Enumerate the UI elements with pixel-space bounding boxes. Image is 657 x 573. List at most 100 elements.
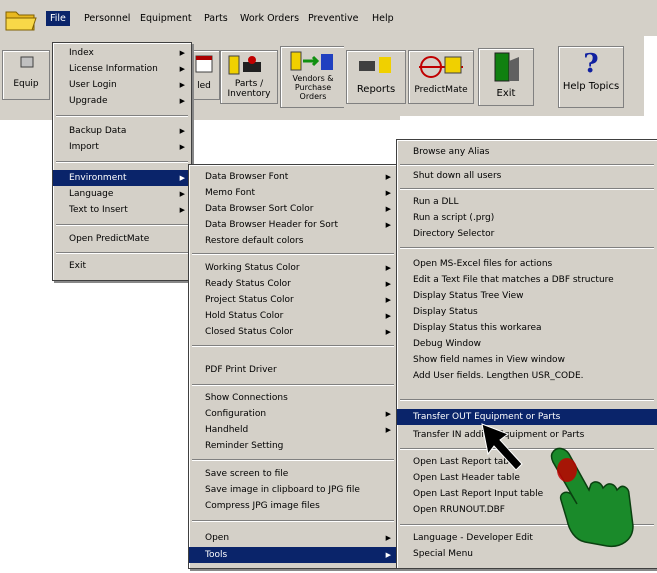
menu-item-label: Open [205,533,230,543]
toolbar-button-label: Reports [356,84,396,95]
menu-item-label: Restore default colors [205,236,304,246]
submenu-arrow-icon: ▶ [385,264,391,272]
env-menu-item[interactable]: Open ▶ [189,530,397,546]
file-menu: Index ▶ License Information ▶ User Login ▶ … [52,42,192,281]
file-menu-item-import[interactable]: Import ▶ [53,139,191,155]
menu-file[interactable]: File [46,11,70,26]
tools-menu-item[interactable]: Display Status this workarea [397,320,657,336]
menu-separator [192,253,394,255]
submenu-arrow-icon: ▶ [385,173,391,181]
file-menu-item-backup[interactable]: Backup Data ▶ [53,123,191,139]
menu-item-label: Data Browser Sort Color [205,204,314,214]
env-menu-item[interactable]: Restore default colors [189,233,397,249]
menu-item-label: Debug Window [413,339,481,349]
menu-item-label: Handheld [205,425,249,435]
tools-menu-item[interactable]: Display Status [397,304,657,320]
env-menu-item[interactable]: Save screen to file [189,466,397,482]
env-menu-item[interactable]: Save image in clipboard to JPG file [189,482,397,498]
tools-menu-item[interactable]: Browse any Alias [397,144,657,160]
env-menu-item[interactable]: Handheld ▶ [189,422,397,438]
file-menu-item-upgrade[interactable]: Upgrade ▶ [53,93,191,109]
env-menu-item-tools[interactable]: Tools ▶ [189,547,397,563]
file-menu-item-open-predictmate[interactable]: Open PredictMate [53,231,191,247]
menu-item-label: Show Connections [205,393,288,403]
tools-menu-item[interactable]: Run a script (.prg) [397,210,657,226]
file-menu-item-index[interactable]: Index ▶ [53,45,191,61]
menu-item-label: Display Status this workarea [413,323,542,333]
env-menu-item[interactable]: Project Status Color ▶ [189,292,397,308]
submenu-arrow-icon: ▶ [385,280,391,288]
env-menu-item[interactable]: Reminder Setting [189,438,397,454]
toolbar-button-label: led [197,81,211,91]
menu-item-label: Browse any Alias [413,147,490,157]
toolbar-button-label: Parts / Inventory [227,79,271,99]
env-menu-item[interactable]: Show Connections [189,390,397,406]
folder-icon[interactable] [4,6,38,32]
menu-work-orders[interactable]: Work Orders [236,11,303,26]
file-menu-item-user-login[interactable]: User Login ▶ [53,77,191,93]
exit-toolbar-button[interactable]: Exit [478,48,534,106]
tools-menu-item[interactable]: Display Status Tree View [397,288,657,304]
env-menu-item[interactable]: PDF Print Driver [189,362,397,378]
menu-item-label: Reminder Setting [205,441,284,451]
menu-equipment[interactable]: Equipment [136,11,196,26]
file-menu-item-language[interactable]: Language ▶ [53,186,191,202]
menu-separator [192,345,394,347]
menu-separator [56,252,188,254]
vendors-toolbar-button[interactable]: Vendors & Purchase Orders [280,46,346,108]
env-menu-item[interactable]: Working Status Color ▶ [189,260,397,276]
equipment-toolbar-button[interactable]: Equip [2,50,50,100]
mouse-cursor-icon [481,423,523,471]
scheduled-toolbar-button[interactable]: led [188,50,220,100]
file-menu-item-text-to-insert[interactable]: Text to Insert ▶ [53,202,191,218]
parts-inventory-toolbar-button[interactable]: Parts / Inventory [220,50,278,104]
menu-separator [56,161,188,163]
file-menu-item-exit[interactable]: Exit [53,258,191,274]
reports-toolbar-button[interactable]: Reports [346,50,406,104]
tools-menu-item[interactable]: Shut down all users [397,168,657,184]
parts-icon [228,55,261,75]
env-menu-item[interactable]: Closed Status Color ▶ [189,324,397,340]
env-menu-item[interactable]: Data Browser Sort Color ▶ [189,201,397,217]
env-menu-item[interactable]: Memo Font ▶ [189,185,397,201]
menu-preventive[interactable]: Preventive [304,11,362,26]
menu-item-label: Save screen to file [205,469,289,479]
menu-personnel[interactable]: Personnel [80,11,134,26]
env-menu-item[interactable]: Compress JPG image files [189,498,397,514]
menu-parts[interactable]: Parts [200,11,232,26]
env-menu-item[interactable]: Ready Status Color ▶ [189,276,397,292]
toolbar-button-label: Exit [496,88,516,99]
tools-menu-item[interactable]: Edit a Text File that matches a DBF stru… [397,272,657,288]
tools-menu-item[interactable]: Debug Window [397,336,657,352]
env-menu-item[interactable]: Data Browser Header for Sort ▶ [189,217,397,233]
tools-menu-item[interactable]: Open MS-Excel files for actions [397,256,657,272]
menu-item-label: Import [69,142,99,152]
predictmate-toolbar-button[interactable]: PredictMate [408,50,474,104]
help-topics-toolbar-button[interactable]: ? Help Topics [558,46,624,108]
env-menu-item[interactable]: Data Browser Font ▶ [189,169,397,185]
toolbar-button-label: PredictMate [414,85,468,95]
submenu-arrow-icon: ▶ [385,221,391,229]
submenu-arrow-icon: ▶ [179,143,185,151]
file-menu-item-environment[interactable]: Environment ▶ [53,170,191,186]
menu-help[interactable]: Help [368,11,398,26]
submenu-arrow-icon: ▶ [179,206,185,214]
menu-item-label: Project Status Color [205,295,294,305]
tools-menu-item[interactable]: Directory Selector [397,226,657,242]
submenu-arrow-icon: ▶ [385,189,391,197]
pointing-hand-icon [550,447,634,548]
toolbar-button-label: Vendors & Purchase Orders [292,74,334,101]
submenu-arrow-icon: ▶ [385,426,391,434]
menu-separator [192,459,394,461]
env-menu-item[interactable]: Configuration ▶ [189,406,397,422]
menu-item-label: Save image in clipboard to JPG file [205,485,360,495]
tools-menu-item[interactable]: Show field names in View window [397,352,657,368]
tools-menu-item[interactable]: Add User fields. Lengthen USR_CODE. [397,368,657,384]
menu-separator [192,520,394,522]
toolbar-right: Reports PredictMate Exit ? Help Topics [344,36,644,116]
submenu-arrow-icon: ▶ [385,410,391,418]
env-menu-item[interactable]: Hold Status Color ▶ [189,308,397,324]
tools-menu-item[interactable]: Run a DLL [397,194,657,210]
file-menu-item-license[interactable]: License Information ▶ [53,61,191,77]
menu-item-label: Text to Insert [69,205,128,215]
